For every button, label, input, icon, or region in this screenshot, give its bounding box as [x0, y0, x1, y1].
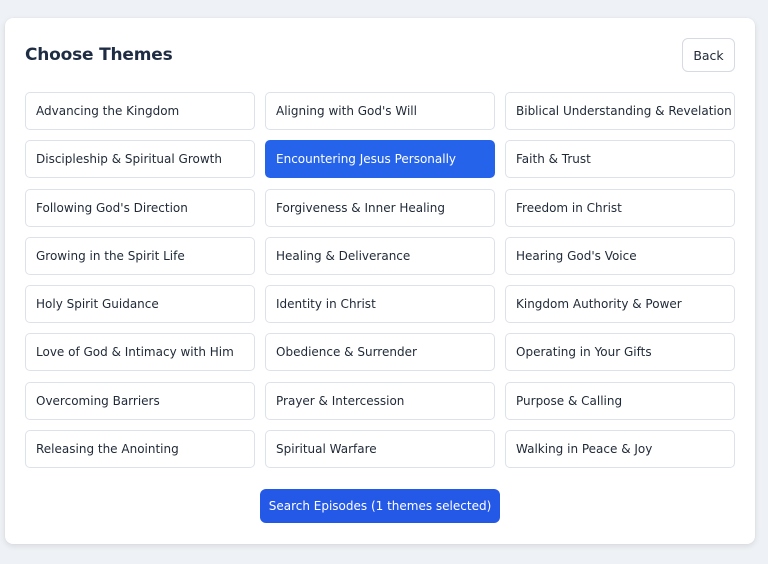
- theme-option[interactable]: Biblical Understanding & Revelation: [505, 92, 735, 130]
- theme-picker-card: Choose Themes Back Advancing the Kingdom…: [5, 18, 755, 544]
- theme-option[interactable]: Prayer & Intercession: [265, 381, 495, 420]
- theme-option[interactable]: Love of God & Intimacy with Him: [25, 333, 255, 372]
- theme-option[interactable]: Growing in the Spirit Life: [25, 236, 255, 275]
- theme-option[interactable]: Purpose & Calling: [505, 381, 735, 420]
- theme-option[interactable]: Forgiveness & Inner Healing: [265, 188, 495, 227]
- theme-option[interactable]: Holy Spirit Guidance: [25, 285, 255, 324]
- theme-option[interactable]: Obedience & Surrender: [265, 333, 495, 372]
- theme-option[interactable]: Kingdom Authority & Power: [505, 285, 735, 324]
- search-episodes-button[interactable]: Search Episodes (1 themes selected): [260, 489, 500, 523]
- theme-option[interactable]: Faith & Trust: [505, 140, 735, 179]
- theme-option[interactable]: Releasing the Anointing: [25, 430, 255, 469]
- theme-option[interactable]: Overcoming Barriers: [25, 381, 255, 420]
- theme-option[interactable]: Hearing God's Voice: [505, 236, 735, 275]
- theme-option[interactable]: Freedom in Christ: [505, 188, 735, 227]
- theme-option[interactable]: Discipleship & Spiritual Growth: [25, 140, 255, 179]
- theme-option-selected[interactable]: Encountering Jesus Personally: [265, 140, 495, 179]
- theme-option[interactable]: Aligning with God's Will: [265, 92, 495, 130]
- theme-option[interactable]: Advancing the Kingdom: [25, 92, 255, 130]
- theme-option[interactable]: Following God's Direction: [25, 188, 255, 227]
- theme-option[interactable]: Healing & Deliverance: [265, 236, 495, 275]
- theme-option[interactable]: Identity in Christ: [265, 285, 495, 324]
- theme-option[interactable]: Operating in Your Gifts: [505, 333, 735, 372]
- theme-option[interactable]: Walking in Peace & Joy: [505, 430, 735, 469]
- theme-option[interactable]: Spiritual Warfare: [265, 430, 495, 469]
- page-title: Choose Themes: [25, 45, 173, 65]
- back-button[interactable]: Back: [682, 38, 735, 72]
- theme-grid: Advancing the Kingdom Aligning with God'…: [25, 92, 735, 469]
